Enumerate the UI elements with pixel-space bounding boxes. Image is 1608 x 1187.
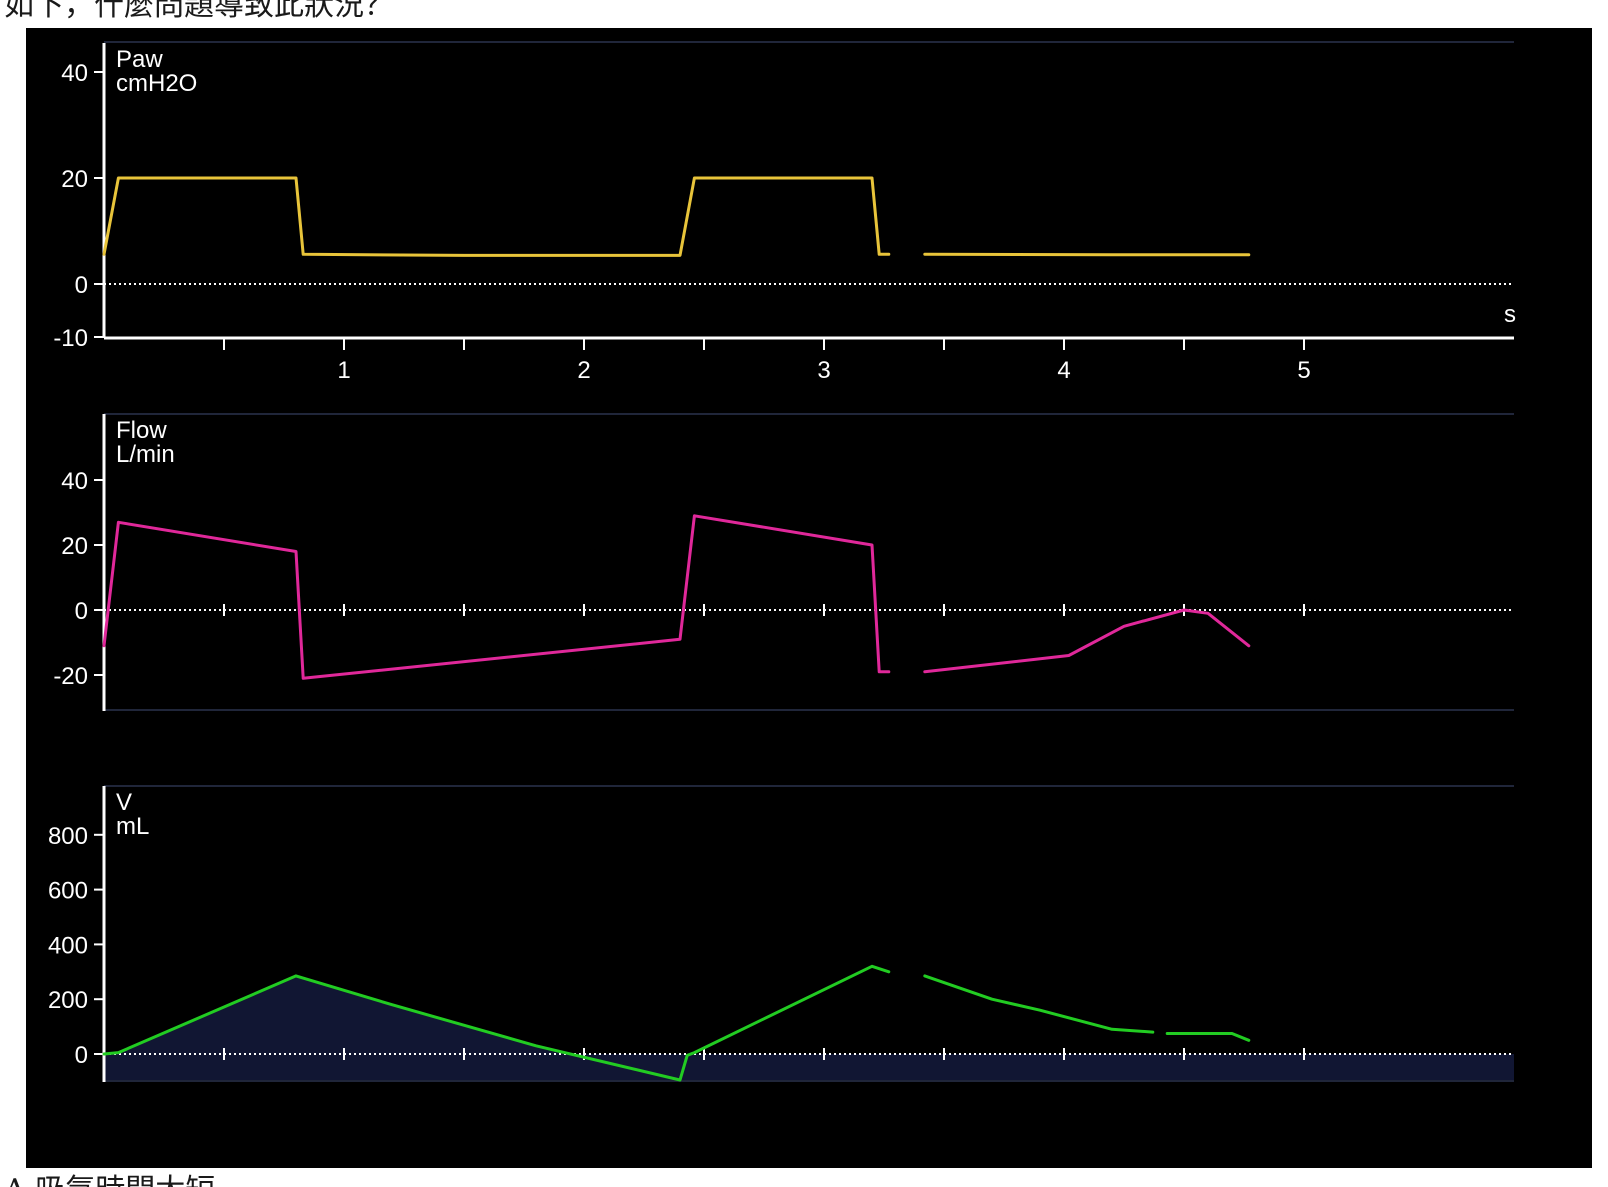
time-axis-unit: s <box>1504 301 1516 328</box>
answer-option-caption: A.吸氣時間太短 <box>4 1165 215 1187</box>
x-tick-label: 1 <box>337 357 350 384</box>
panel-1-unit: L/min <box>116 441 175 468</box>
y-tick-label: 600 <box>48 878 88 905</box>
panel-2-waveform-segment-1 <box>923 974 1155 1034</box>
y-tick-label: 40 <box>61 60 88 87</box>
y-tick-label: 400 <box>48 932 88 959</box>
panel-1-title: Flow <box>116 417 167 444</box>
y-tick-label: -10 <box>53 325 88 352</box>
panel-0-unit: cmH2O <box>116 70 197 97</box>
y-tick-label: 20 <box>61 533 88 560</box>
ventilator-waveform-screen: 40 20 0 -10 Paw cmH2O 1 2 3 4 5 s 40 20 0 -20 Flow L/min 8… <box>26 28 1592 1168</box>
panel-0-title: Paw <box>116 46 163 73</box>
x-tick-label: 2 <box>577 357 590 384</box>
y-tick-label: 0 <box>75 598 88 625</box>
y-tick-label: 200 <box>48 987 88 1014</box>
x-tick-label: 3 <box>817 357 830 384</box>
panel-2-waveform-segment-2 <box>1165 1032 1251 1042</box>
question-caption: 如下，什麼問題導致此狀況？ <box>4 0 394 23</box>
y-tick-label: 800 <box>48 823 88 850</box>
y-tick-label: 20 <box>61 166 88 193</box>
y-tick-label: 40 <box>61 468 88 495</box>
panel-1-waveform-segment-0 <box>102 514 891 680</box>
panel-1-waveform-segment-1 <box>923 608 1251 674</box>
y-tick-label: 0 <box>75 272 88 299</box>
y-tick-label: -20 <box>53 663 88 690</box>
panel-0-waveform-segment-0 <box>102 176 891 257</box>
x-tick-label: 5 <box>1297 357 1310 384</box>
y-tick-label: 0 <box>75 1042 88 1069</box>
x-tick-label: 4 <box>1057 357 1070 384</box>
volume-below-zero-band <box>104 1054 1514 1082</box>
panel-2-unit: mL <box>116 813 149 840</box>
ventilator-waveforms: 40200-10PawcmH2O1 2 3 4 5s40200-20FlowL/min8… <box>48 41 1516 1082</box>
panel-0-waveform-segment-1 <box>923 252 1251 257</box>
panel-2-title: V <box>116 789 132 816</box>
